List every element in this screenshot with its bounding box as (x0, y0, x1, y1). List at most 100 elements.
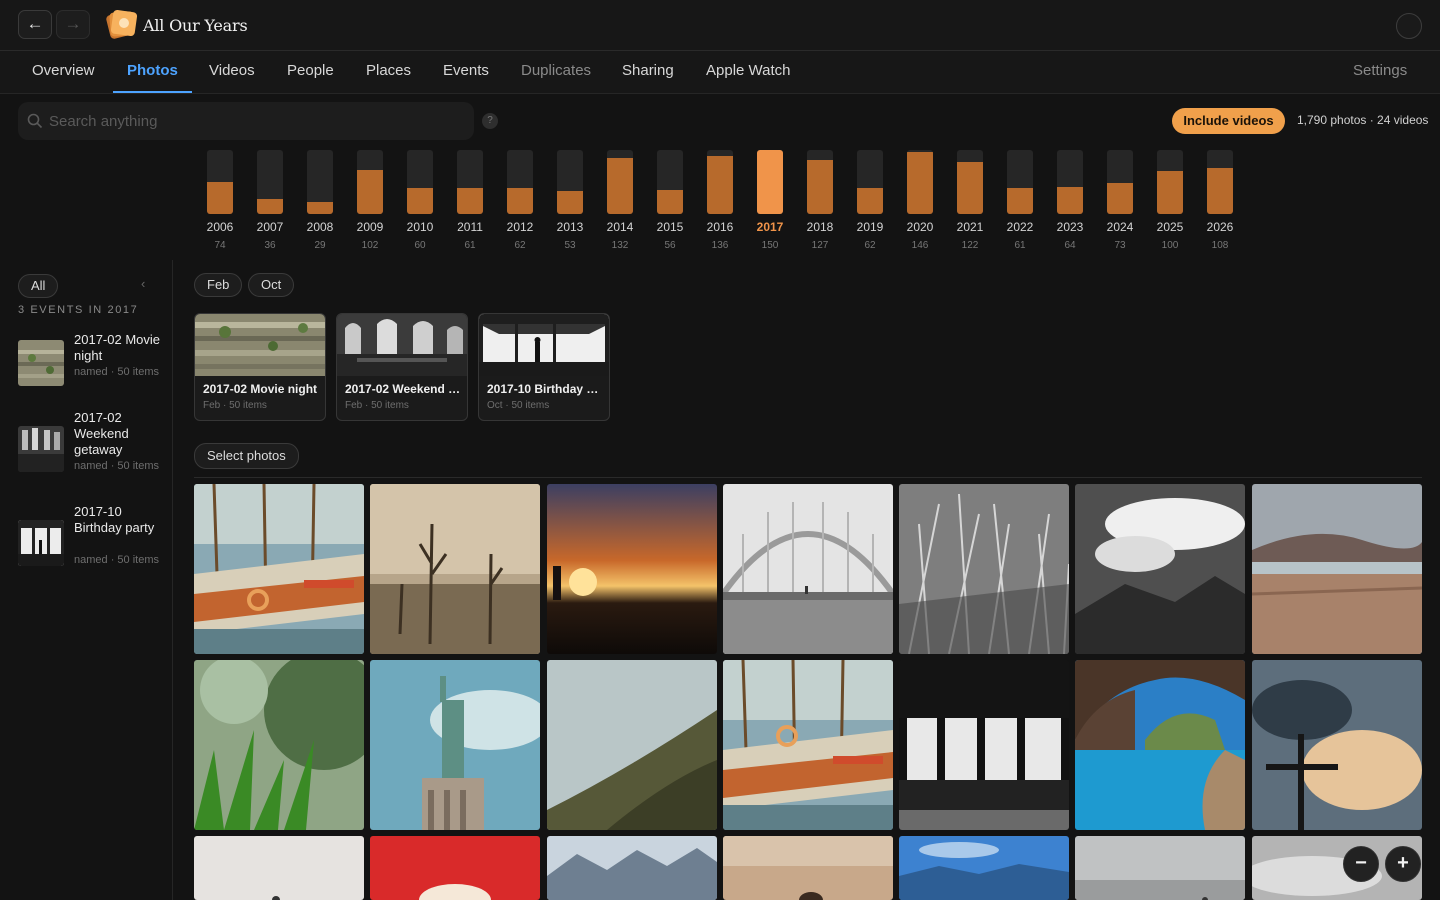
year-count: 64 (1064, 240, 1076, 251)
event-card-movie-night[interactable]: 2017-02 Movie night Feb · 50 items (194, 313, 326, 421)
tab-sharing[interactable]: Sharing (608, 51, 688, 93)
photo-tile[interactable] (1252, 660, 1422, 830)
search-input[interactable] (49, 102, 459, 140)
year-label: 2007 (256, 220, 284, 234)
month-chip-feb[interactable]: Feb (194, 273, 243, 297)
forward-button[interactable]: → (56, 10, 90, 39)
year-bar-fill (1207, 168, 1233, 214)
year-bar (1207, 150, 1233, 214)
year-bar-fill (457, 188, 483, 214)
year-bar (207, 150, 233, 214)
photo-tile[interactable] (547, 484, 717, 654)
year-label: 2014 (606, 220, 634, 234)
zoom-out-button[interactable]: − (1343, 846, 1379, 882)
tab-photos[interactable]: Photos (113, 51, 192, 93)
tab-videos[interactable]: Videos (195, 51, 269, 93)
zoom-in-button[interactable]: + (1385, 846, 1421, 882)
sidebar-event-title: 2017-10 Birthday party (74, 504, 155, 535)
photo-tile[interactable] (370, 836, 540, 900)
year-bar-fill (707, 156, 733, 214)
year-count: 61 (464, 240, 476, 251)
select-photos-button[interactable]: Select photos (194, 443, 299, 469)
year-count: 62 (514, 240, 526, 251)
year-label: 2015 (656, 220, 684, 234)
main-tabs: Overview Photos Videos People Places Eve… (0, 51, 1440, 94)
year-bar-fill (1107, 183, 1133, 214)
help-icon[interactable]: ? (482, 113, 498, 129)
year-bar-fill (607, 158, 633, 214)
include-videos-button[interactable]: Include videos (1172, 108, 1285, 134)
event-card-meta: Feb · 50 items (345, 400, 409, 411)
year-bar (1107, 150, 1133, 214)
year-count: 100 (1161, 240, 1179, 251)
tab-settings[interactable]: Settings (1339, 51, 1421, 93)
photo-tile[interactable] (1075, 660, 1245, 830)
photo-tile[interactable] (899, 660, 1069, 830)
year-label: 2017 (756, 220, 784, 234)
photo-tile[interactable] (723, 836, 893, 900)
year-bar-fill (907, 152, 933, 214)
events-heading: 3 EVENTS IN 2017 (18, 304, 139, 316)
year-bar (857, 150, 883, 214)
year-bar (407, 150, 433, 214)
year-label: 2009 (356, 220, 384, 234)
tab-events[interactable]: Events (429, 51, 503, 93)
back-button[interactable]: ← (18, 10, 52, 39)
year-label: 2016 (706, 220, 734, 234)
year-count: 36 (264, 240, 276, 251)
year-count: 132 (611, 240, 629, 251)
month-chip-oct[interactable]: Oct (248, 273, 295, 297)
year-label: 2024 (1106, 220, 1134, 234)
tab-apple-watch[interactable]: Apple Watch (692, 51, 805, 93)
filter-all-chip[interactable]: All (18, 274, 59, 298)
year-label: 2012 (506, 220, 534, 234)
tab-overview[interactable]: Overview (18, 51, 109, 93)
photo-tile[interactable] (1252, 484, 1422, 654)
photo-tile[interactable] (370, 660, 540, 830)
year-count: 102 (361, 240, 379, 251)
search-icon (27, 113, 43, 129)
tab-duplicates[interactable]: Duplicates (507, 51, 605, 93)
event-cover (195, 314, 325, 376)
photo-tile[interactable] (194, 484, 364, 654)
photo-tile[interactable] (1075, 484, 1245, 654)
year-bar-fill (757, 150, 783, 214)
photo-tile[interactable] (370, 484, 540, 654)
tab-places[interactable]: Places (352, 51, 425, 93)
event-card-meta: Feb · 50 items (203, 400, 267, 411)
event-card-title: 2017-10 Birthday party (487, 382, 605, 396)
title-bar: ← → All Our Years (0, 0, 1440, 51)
year-count: 146 (911, 240, 929, 251)
year-label: 2021 (956, 220, 984, 234)
year-count: 29 (314, 240, 326, 251)
year-count: 61 (1014, 240, 1026, 251)
year-bar (507, 150, 533, 214)
photo-tile[interactable] (194, 660, 364, 830)
collapse-sidebar-icon[interactable]: ‹ (141, 276, 145, 291)
arrow-left-icon: ← (26, 14, 44, 33)
event-card-birthday-party[interactable]: 2017-10 Birthday party Oct · 50 items (478, 313, 610, 421)
year-count: 127 (811, 240, 829, 251)
photo-tile[interactable] (547, 836, 717, 900)
photo-tile[interactable] (899, 484, 1069, 654)
photo-tile[interactable] (723, 484, 893, 654)
event-cover (337, 314, 467, 376)
year-bar (657, 150, 683, 214)
event-card-weekend-getaway[interactable]: 2017-02 Weekend getaway Feb · 50 items (336, 313, 468, 421)
year-bar-fill (407, 188, 433, 214)
avatar[interactable] (1396, 13, 1422, 39)
year-bar (707, 150, 733, 214)
year-count: 62 (864, 240, 876, 251)
photo-tile[interactable] (194, 836, 364, 900)
photo-tile[interactable] (723, 660, 893, 830)
year-bar (907, 150, 933, 214)
year-bar-fill (1007, 188, 1033, 214)
tab-people[interactable]: People (273, 51, 348, 93)
photo-tile[interactable] (547, 660, 717, 830)
year-label: 2020 (906, 220, 934, 234)
year-count: 56 (664, 240, 676, 251)
photo-tile[interactable] (1075, 836, 1245, 900)
year-bar (1157, 150, 1183, 214)
year-bar (557, 150, 583, 214)
photo-tile[interactable] (899, 836, 1069, 900)
